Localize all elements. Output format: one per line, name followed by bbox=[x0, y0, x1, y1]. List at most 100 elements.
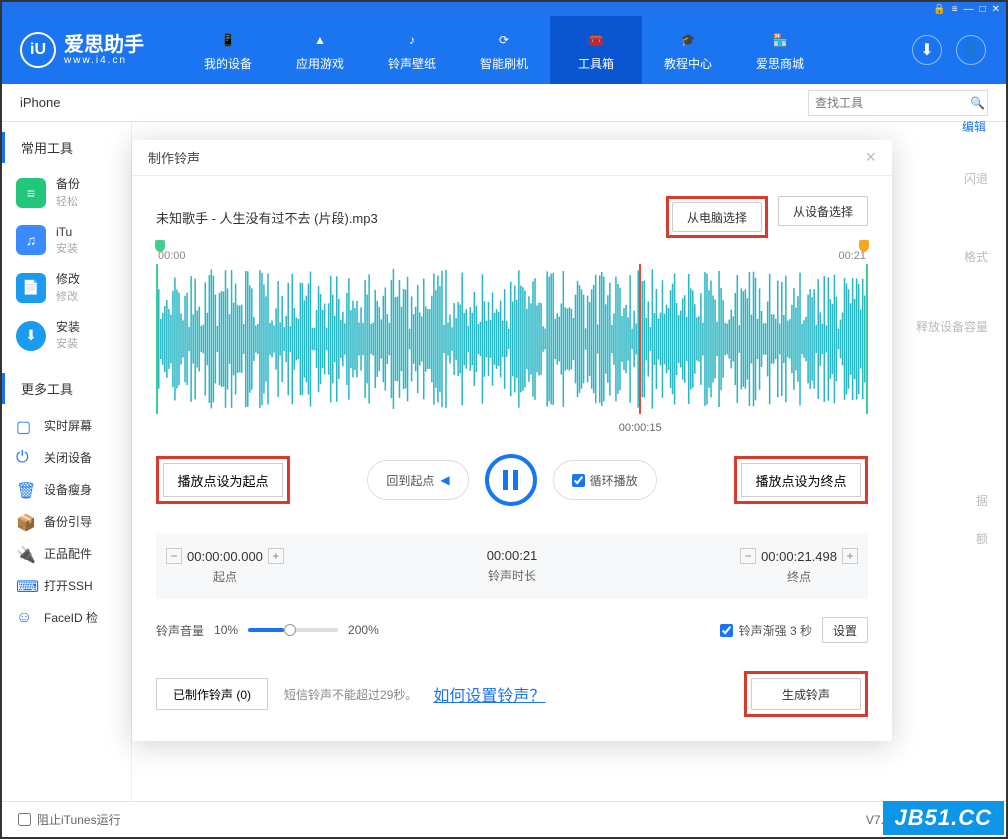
download-button[interactable]: ⬇ bbox=[912, 35, 942, 65]
start-plus[interactable]: + bbox=[268, 548, 284, 564]
note-icon: ♫ bbox=[16, 225, 46, 255]
sidebar-item-faceid[interactable]: ☺FaceID 检 bbox=[16, 602, 131, 634]
ghost-capacity: 释放设备容量 bbox=[916, 318, 988, 335]
sidebar-item-install[interactable]: ⬇ 安装安装 bbox=[16, 312, 131, 360]
app-header: iU 爱思助手 www.i4.cn 📱我的设备 ▲应用游戏 ♪铃声壁纸 ⟳智能刷… bbox=[2, 16, 1006, 84]
waveform-svg bbox=[158, 264, 866, 414]
fade-settings-button[interactable]: 设置 bbox=[822, 617, 868, 643]
apps-icon: ▲ bbox=[309, 29, 331, 51]
volume-label: 铃声音量 bbox=[156, 622, 204, 639]
logo-icon: iU bbox=[20, 32, 56, 68]
end-plus[interactable]: + bbox=[842, 548, 858, 564]
tool-search[interactable]: 🔍 bbox=[808, 90, 988, 116]
layers-icon: ≡ bbox=[16, 178, 46, 208]
window-titlebar: 🔒 ≡ — □ ✕ bbox=[2, 2, 1006, 16]
set-end-button[interactable]: 播放点设为终点 bbox=[741, 463, 861, 497]
from-device-button[interactable]: 从设备选择 bbox=[778, 196, 868, 226]
nav-flash[interactable]: ⟳智能刷机 bbox=[458, 16, 550, 84]
nav-tutorial[interactable]: 🎓教程中心 bbox=[642, 16, 734, 84]
sidebar-item-backup[interactable]: ≡ 备份轻松 bbox=[16, 169, 131, 217]
play-pause-button[interactable] bbox=[485, 454, 537, 506]
end-marker[interactable] bbox=[859, 240, 869, 252]
sidebar-item-realtime[interactable]: ▢实时屏幕 bbox=[16, 410, 131, 442]
hint-text: 短信铃声不能超过29秒。 bbox=[284, 686, 417, 703]
nav-toolbox[interactable]: 🧰工具箱 bbox=[550, 16, 642, 84]
download-circle-icon: ⬇ bbox=[16, 321, 46, 351]
sidebar-item-genuine[interactable]: 🔌正品配件 bbox=[16, 538, 131, 570]
titlebar-max-icon[interactable]: □ bbox=[980, 4, 986, 15]
waveform[interactable]: 00:00 00:21 00:00:15 bbox=[156, 250, 868, 414]
sidebar-common-title: 常用工具 bbox=[2, 132, 89, 163]
logo-title: 爱思助手 bbox=[64, 35, 144, 55]
sub-header: iPhone 🔍 bbox=[2, 84, 1006, 122]
back-to-start-button[interactable]: 回到起点◀ bbox=[386, 472, 449, 489]
start-marker[interactable] bbox=[155, 240, 165, 252]
end-time-block: −00:00:21.498+ 终点 bbox=[740, 548, 858, 585]
playhead[interactable] bbox=[639, 264, 641, 414]
slider-thumb[interactable] bbox=[284, 624, 296, 636]
ghost-flash: 闪退 bbox=[964, 170, 988, 187]
face-icon: ☺ bbox=[16, 609, 34, 627]
phone-icon: 📱 bbox=[217, 29, 239, 51]
dialog-title: 制作铃声 bbox=[148, 148, 200, 167]
sidebar-item-slim[interactable]: 🗑设备瘦身 bbox=[16, 474, 131, 506]
block-itunes-checkbox[interactable]: 阻止iTunes运行 bbox=[18, 811, 121, 828]
edit-link[interactable]: 编辑 bbox=[962, 118, 986, 135]
duration-block: 00:00:21 铃声时长 bbox=[487, 548, 538, 585]
back-icon: ◀ bbox=[440, 473, 449, 487]
sidebar-item-modify[interactable]: 📄 修改修改 bbox=[16, 264, 131, 312]
watermark: JB51.CC bbox=[883, 801, 1004, 835]
download-icon: ⬇ bbox=[920, 40, 933, 60]
nav-apps[interactable]: ▲应用游戏 bbox=[274, 16, 366, 84]
user-icon: 👤 bbox=[961, 40, 981, 60]
user-button[interactable]: 👤 bbox=[956, 35, 986, 65]
file-name: 未知歌手 - 人生没有过不去 (片段).mp3 bbox=[156, 208, 378, 227]
volume-slider[interactable] bbox=[248, 628, 338, 632]
from-computer-highlight: 从电脑选择 bbox=[666, 196, 768, 238]
device-name[interactable]: iPhone bbox=[20, 95, 60, 110]
pause-icon bbox=[503, 470, 518, 490]
start-minus[interactable]: − bbox=[166, 548, 182, 564]
logo-subtitle: www.i4.cn bbox=[64, 55, 144, 66]
titlebar-min-icon[interactable]: — bbox=[964, 4, 974, 15]
archive-icon: 📦 bbox=[16, 513, 34, 531]
sidebar: 常用工具 ≡ 备份轻松 ♫ iTu安装 📄 修改修改 ⬇ 安装安装 bbox=[2, 122, 132, 801]
fade-checkbox[interactable]: 铃声渐强 3 秒 bbox=[720, 622, 812, 639]
content-area: 编辑 闪退 格式 释放设备容量 据 额 制作铃声 × 未知歌手 - 人生没有过不… bbox=[132, 122, 1006, 801]
loop-checkbox[interactable]: 循环播放 bbox=[572, 472, 638, 489]
sidebar-item-backup-guide[interactable]: 📦备份引导 bbox=[16, 506, 131, 538]
sidebar-item-itunes[interactable]: ♫ iTu安装 bbox=[16, 217, 131, 265]
nav-ringtone[interactable]: ♪铃声壁纸 bbox=[366, 16, 458, 84]
volume-max: 200% bbox=[348, 623, 379, 637]
start-time-block: −00:00:00.000+ 起点 bbox=[166, 548, 284, 585]
generate-button[interactable]: 生成铃声 bbox=[751, 678, 861, 710]
search-input[interactable] bbox=[815, 96, 970, 110]
sidebar-item-ssh[interactable]: ⌨打开SSH bbox=[16, 570, 131, 602]
end-minus[interactable]: − bbox=[740, 548, 756, 564]
terminal-icon: ⌨ bbox=[16, 577, 34, 595]
volume-min: 10% bbox=[214, 623, 238, 637]
file-icon: 📄 bbox=[16, 273, 46, 303]
nav-mall[interactable]: 🏪爱思商城 bbox=[734, 16, 826, 84]
set-start-button[interactable]: 播放点设为起点 bbox=[163, 463, 283, 497]
trash-icon: 🗑 bbox=[16, 481, 34, 499]
music-icon: ♪ bbox=[401, 29, 423, 51]
made-ringtones-button[interactable]: 已制作铃声 (0) bbox=[156, 678, 268, 710]
search-icon[interactable]: 🔍 bbox=[970, 96, 985, 110]
ghost-format: 格式 bbox=[964, 248, 988, 265]
plug-icon: 🔌 bbox=[16, 545, 34, 563]
footer: 阻止iTunes运行 V7.98.68 客服 微信 bbox=[2, 801, 1006, 837]
refresh-icon: ⟳ bbox=[493, 29, 515, 51]
close-icon[interactable]: × bbox=[865, 147, 876, 168]
titlebar-close-icon[interactable]: ✕ bbox=[992, 4, 1000, 15]
screen-icon: ▢ bbox=[16, 417, 34, 435]
titlebar-menu-icon[interactable]: ≡ bbox=[952, 4, 958, 15]
from-computer-button[interactable]: 从电脑选择 bbox=[672, 202, 762, 232]
nav-device[interactable]: 📱我的设备 bbox=[182, 16, 274, 84]
sidebar-item-shutdown[interactable]: ⏻关闭设备 bbox=[16, 442, 131, 474]
shop-icon: 🏪 bbox=[769, 29, 791, 51]
app-logo: iU 爱思助手 www.i4.cn bbox=[2, 32, 182, 68]
titlebar-lock-icon[interactable]: 🔒 bbox=[933, 4, 945, 15]
set-end-highlight: 播放点设为终点 bbox=[734, 456, 868, 504]
hint-link[interactable]: 如何设置铃声？ bbox=[433, 682, 545, 706]
